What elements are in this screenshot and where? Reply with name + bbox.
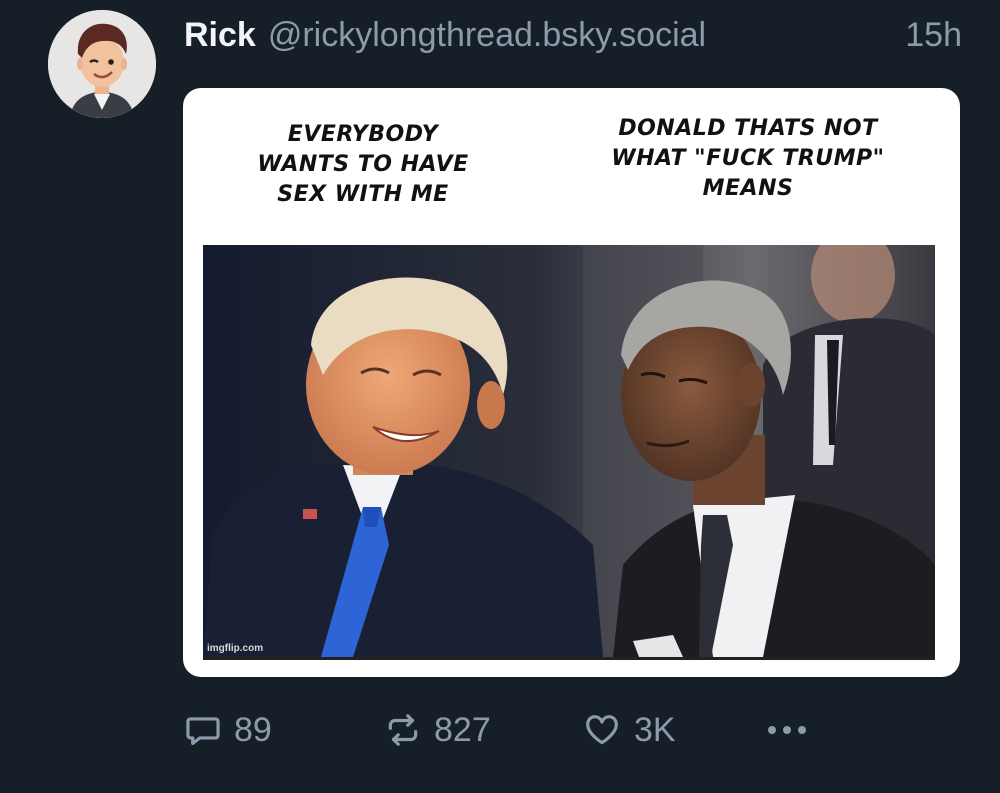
meme-caption-left: EVERYBODY WANTS TO HAVE SEX WITH ME (257, 122, 469, 207)
avatar[interactable] (48, 10, 156, 118)
author-name[interactable]: Rick (184, 16, 256, 55)
meme-photo (203, 245, 935, 657)
reply-icon (186, 717, 220, 746)
meme-image: EVERYBODY WANTS TO HAVE SEX WITH ME DONA… (203, 100, 935, 662)
reply-count: 89 (234, 710, 272, 749)
meme-border (203, 657, 935, 660)
reply-button[interactable]: 89 (184, 706, 272, 754)
like-button[interactable]: 3K (582, 706, 676, 754)
meme-caption-right: DONALD THATS NOT WHAT "FUCK TRUMP" MEANS (611, 116, 885, 201)
post-timestamp[interactable]: 15h (905, 16, 962, 55)
more-options-button[interactable] (764, 706, 822, 754)
like-icon (586, 715, 618, 745)
avatar-image (48, 10, 156, 118)
meme-caption-band: EVERYBODY WANTS TO HAVE SEX WITH ME DONA… (203, 100, 935, 245)
post-image-card[interactable]: EVERYBODY WANTS TO HAVE SEX WITH ME DONA… (183, 88, 960, 677)
repost-count: 827 (434, 710, 491, 749)
post-actions: 89 827 3K (184, 706, 844, 754)
post-header: Rick @rickylongthread.bsky.social 15h (184, 12, 962, 58)
post: Rick @rickylongthread.bsky.social 15h EV… (0, 0, 1000, 793)
meme-watermark: imgflip.com (207, 643, 264, 654)
like-count: 3K (634, 710, 676, 749)
repost-button[interactable]: 827 (384, 706, 491, 754)
repost-icon (388, 714, 418, 746)
more-icon (768, 726, 806, 734)
author-handle[interactable]: @rickylongthread.bsky.social (268, 16, 706, 55)
